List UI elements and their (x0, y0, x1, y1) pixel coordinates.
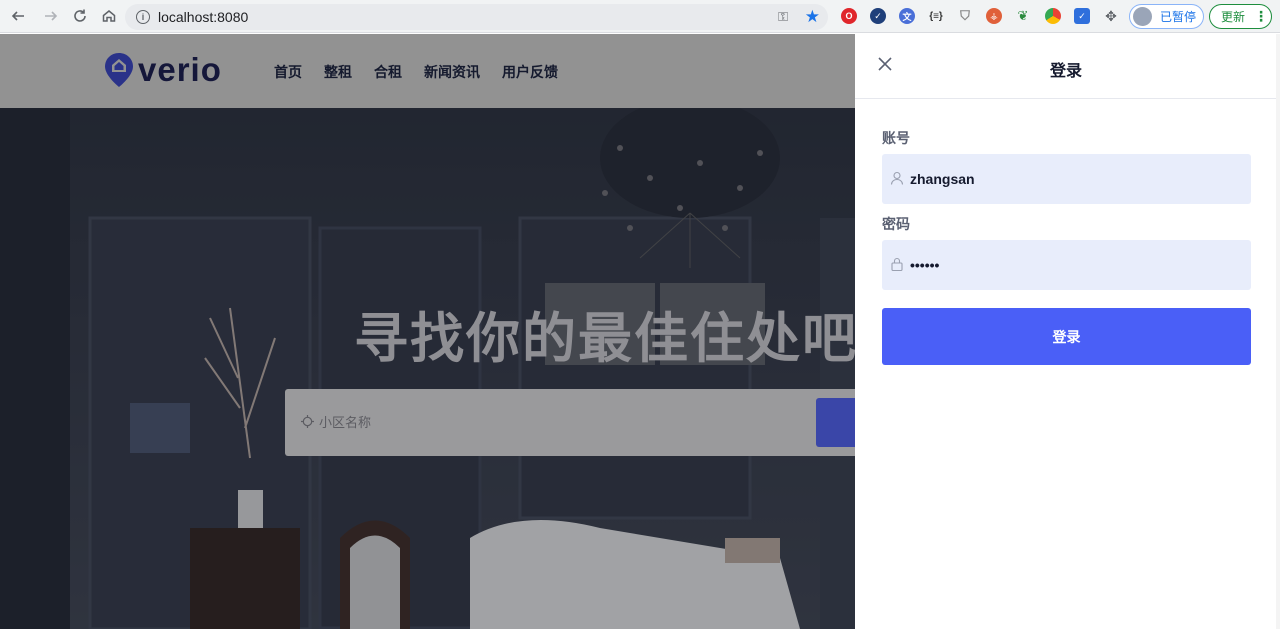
login-submit-button[interactable]: 登录 (882, 308, 1251, 365)
search-button[interactable] (816, 398, 855, 447)
password-label: 密码 (882, 216, 910, 232)
avatar (1133, 7, 1152, 26)
lock-icon (891, 257, 903, 271)
nav-shared-rent[interactable]: 合租 (374, 62, 402, 82)
update-button[interactable]: 更新 ⋮ (1209, 4, 1272, 29)
site-info-icon[interactable]: i (136, 10, 150, 24)
opera-icon[interactable]: O (841, 8, 857, 24)
nav-whole-rent[interactable]: 整租 (324, 62, 352, 82)
account-label: 账号 (882, 130, 910, 146)
drawer-title: 登录 (1049, 63, 1082, 80)
leaf-icon[interactable]: ❦ (1015, 8, 1031, 24)
checkmark-icon[interactable]: ✓ (870, 8, 886, 24)
address-bar[interactable]: i localhost:8080 ⚿ ★ (125, 4, 828, 30)
nav-feedback[interactable]: 用户反馈 (502, 62, 558, 82)
puzzle-icon[interactable]: ✥ (1103, 8, 1119, 24)
chrome-icon[interactable] (1045, 8, 1061, 24)
password-key-icon[interactable]: ⚿ (778, 9, 788, 25)
location-pin-icon (105, 53, 133, 87)
bookmark-star-icon[interactable]: ★ (805, 7, 820, 27)
main-nav: 首页 整租 合租 新闻资讯 用户反馈 (274, 62, 580, 82)
password-input[interactable] (910, 252, 1230, 278)
nav-news[interactable]: 新闻资讯 (424, 62, 480, 82)
search-bar (285, 389, 855, 456)
password-field[interactable] (882, 240, 1251, 290)
logo[interactable]: verio (102, 50, 222, 90)
more-menu-icon[interactable]: ⋮ (1254, 8, 1268, 25)
reload-icon[interactable] (69, 5, 91, 27)
tree-icon[interactable]: ⚶ (986, 8, 1002, 24)
site-header: verio 首页 整租 合租 新闻资讯 用户反馈 (0, 34, 855, 108)
browser-toolbar: i localhost:8080 ⚿ ★ O ✓ 文 {≡} ⛉ ⚶ ❦ ✓ ✥… (0, 0, 1280, 33)
website: verio 首页 整租 合租 新闻资讯 用户反馈 寻找你的最佳住处吧 小区名称 (0, 34, 855, 629)
translate-icon[interactable]: 文 (899, 8, 915, 24)
drawer-scrollbar[interactable] (1276, 34, 1280, 629)
login-drawer: 登录 账号 密码 登录 (855, 34, 1280, 629)
account-input[interactable] (910, 166, 1230, 192)
json-icon[interactable]: {≡} (928, 8, 944, 24)
drawer-header: 登录 (855, 34, 1280, 99)
nav-home[interactable]: 首页 (274, 62, 302, 82)
profile-status-label: 已暂停 (1160, 10, 1197, 24)
account-field[interactable] (882, 154, 1251, 204)
todo-icon[interactable]: ✓ (1074, 8, 1090, 24)
hero-title: 寻找你的最佳住处吧 (354, 307, 855, 370)
update-label: 更新 (1221, 10, 1246, 24)
user-icon (890, 171, 904, 185)
back-icon[interactable] (7, 5, 29, 27)
home-icon[interactable] (98, 5, 120, 27)
profile-paused-button[interactable]: 已暂停 (1129, 4, 1204, 29)
shield-icon[interactable]: ⛉ (957, 8, 973, 24)
location-icon (301, 415, 314, 428)
address-url[interactable]: localhost:8080 (158, 9, 248, 25)
forward-icon[interactable] (40, 5, 62, 27)
logo-text: verio (138, 51, 222, 88)
community-search-input[interactable] (319, 409, 719, 435)
hero-banner: 寻找你的最佳住处吧 (0, 108, 855, 629)
